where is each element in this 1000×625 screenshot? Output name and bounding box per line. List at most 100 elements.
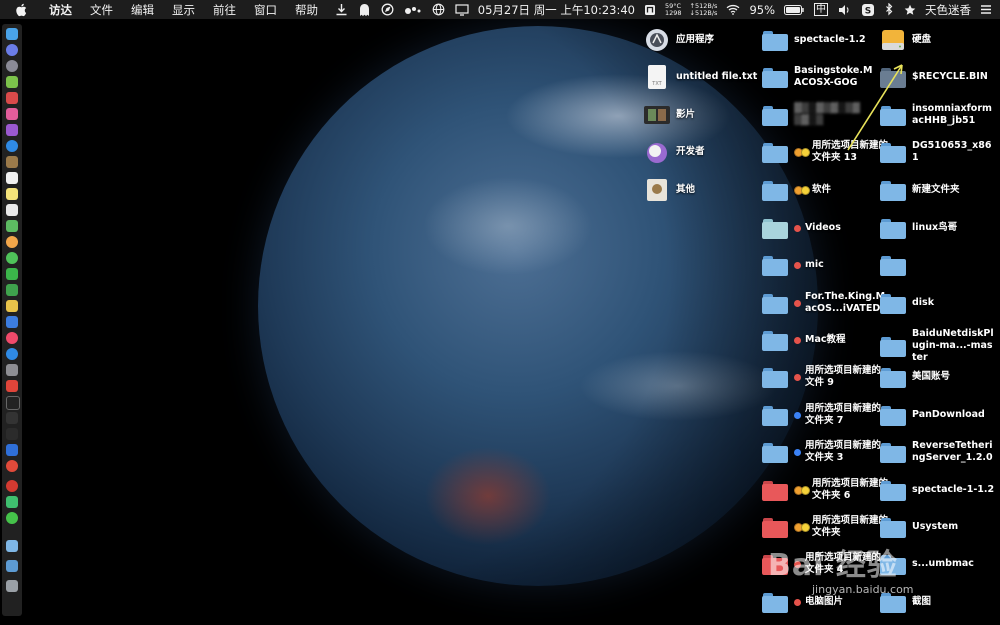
ghost-icon[interactable] [358, 0, 371, 19]
fan-value: 1298 [665, 8, 682, 17]
vivaldi-dock-icon[interactable] [6, 380, 18, 392]
folder-mac-tutorial[interactable]: Mac教程 [762, 328, 846, 352]
numbers-dock-icon[interactable] [6, 284, 18, 296]
menu-bar: 访达 文件 编辑 显示 前往 窗口 帮助 05月27日 周一 上午10:23:4… [0, 0, 1000, 19]
globe-icon[interactable] [432, 0, 445, 19]
desktop-item-label: 电脑图片 [805, 596, 844, 607]
desktop-item-other[interactable]: 其他 [644, 178, 695, 202]
menu-help[interactable]: 帮助 [286, 2, 327, 18]
messages-dock-icon[interactable] [6, 252, 18, 264]
folder-videos[interactable]: Videos [762, 216, 841, 240]
downloads-dock-icon[interactable] [6, 560, 18, 572]
user-name[interactable]: 天色迷香 [925, 2, 971, 18]
finder-dock-icon[interactable] [6, 28, 18, 40]
desktop-item-label: mic [805, 259, 824, 270]
safari-dock-icon[interactable] [6, 140, 18, 152]
folder-new-3[interactable]: 用所选项目新建的文件夹 3 [762, 440, 889, 464]
system-stats[interactable]: 59°C 1298 [665, 2, 682, 17]
volume-icon[interactable] [838, 0, 851, 19]
folder-new-9[interactable]: 用所选项目新建的文件 9 [762, 365, 889, 389]
folder-dock-icon[interactable] [6, 540, 18, 552]
download-icon[interactable] [335, 0, 348, 19]
menu-app-finder[interactable]: 访达 [40, 2, 81, 18]
maps-dock-icon[interactable] [6, 220, 18, 232]
other-icon [644, 178, 670, 202]
settings-dock-icon[interactable] [6, 364, 18, 376]
wifi-icon[interactable] [726, 0, 740, 19]
folder-new-6[interactable]: 用所选项目新建的文件夹 6 [762, 478, 896, 502]
app-store-dock-icon[interactable] [6, 348, 18, 360]
trash-dock-icon[interactable] [6, 580, 18, 592]
sogou-icon[interactable]: S [861, 0, 875, 19]
desktop-item-hard-drive[interactable]: 硬盘 [880, 28, 931, 52]
menu-file[interactable]: 文件 [81, 2, 122, 18]
folder-mic[interactable]: mic [762, 253, 824, 277]
desktop-item-label: insomniaxformacHHB_jb51 [912, 103, 992, 126]
folder-software[interactable]: 软件 [762, 178, 831, 202]
android-dock-icon[interactable] [6, 76, 18, 88]
folder-spectacle-1-2[interactable]: spectacle-1.2 [762, 28, 866, 52]
movies-icon [644, 103, 670, 127]
charts-dock-icon[interactable] [6, 300, 18, 312]
screen-mirror-icon[interactable] [455, 0, 469, 19]
menu-view[interactable]: 显示 [163, 2, 204, 18]
app-red-dock-icon[interactable] [6, 92, 18, 104]
battery-icon[interactable] [784, 0, 804, 19]
star-icon[interactable] [904, 0, 916, 19]
wechat-dock-icon[interactable] [6, 512, 18, 524]
tag-dots [794, 185, 810, 195]
launchpad-dock-icon[interactable] [6, 60, 18, 72]
app-blue-dock-icon[interactable] [6, 444, 18, 456]
folder-icon [762, 253, 788, 277]
clock[interactable]: 05月27日 周一 上午10:23:40 [478, 2, 635, 18]
folder-new-plain[interactable]: 用所选项目新建的文件夹 [762, 515, 896, 539]
app-purple-dock-icon[interactable] [6, 124, 18, 136]
terminal-dock-icon[interactable] [6, 396, 20, 410]
control-menu-icon[interactable] [980, 0, 992, 19]
app-dark-dock-icon[interactable] [6, 428, 18, 440]
battery-percentage[interactable]: 95% [749, 3, 775, 17]
folder-linux-niaoge[interactable]: linux鸟哥 [880, 216, 957, 240]
monitor-dock-icon[interactable] [6, 412, 18, 424]
desktop-item-untitled-file[interactable]: TXT untitled file.txt [644, 65, 757, 89]
desktop-item-applications[interactable]: 应用程序 [644, 28, 714, 52]
desktop-item-movies[interactable]: 影片 [644, 103, 695, 127]
folder-disk[interactable]: disk [880, 291, 934, 315]
folder-new-folder[interactable]: 新建文件夹 [880, 178, 960, 202]
apple-menu-icon[interactable] [14, 3, 28, 17]
folder-unnamed[interactable] [880, 253, 912, 277]
photos-dock-icon[interactable] [6, 236, 18, 248]
folder-spectacle-1-1-2[interactable]: spectacle-1-1.2 [880, 478, 994, 502]
folder-for-the-king[interactable]: For.The.King.MacOS...iVATED [762, 291, 889, 315]
app-brown-dock-icon[interactable] [6, 156, 18, 168]
folder-pandownload[interactable]: PanDownload [880, 403, 985, 427]
calendar-dock-icon[interactable] [6, 172, 18, 184]
desktop-item-developer[interactable]: 开发者 [644, 140, 705, 164]
doc-dock-icon[interactable] [6, 204, 18, 216]
music-dock-icon[interactable] [6, 332, 18, 344]
keynote-dock-icon[interactable] [6, 316, 18, 328]
notes-dock-icon[interactable] [6, 188, 18, 200]
compass-icon[interactable] [381, 0, 394, 19]
folder-usystem[interactable]: Usystem [880, 515, 958, 539]
folder-us-account[interactable]: 美国账号 [880, 365, 950, 389]
menu-edit[interactable]: 编辑 [122, 2, 163, 18]
facetime-dock-icon[interactable] [6, 268, 18, 280]
folder-baidunetdisk-plugin[interactable]: BaiduNetdiskPlugin-ma...-master [880, 328, 996, 364]
status-badge-icon[interactable] [644, 0, 656, 19]
yandex-dock-icon[interactable] [6, 460, 18, 472]
desktop-item-label: 美国账号 [912, 371, 951, 382]
menu-go[interactable]: 前往 [204, 2, 245, 18]
folder-reverse-tethering[interactable]: ReverseTetheringServer_1.2.0 [880, 440, 996, 464]
menu-window[interactable]: 窗口 [245, 2, 286, 18]
app-pink-dock-icon[interactable] [6, 108, 18, 120]
folder-new-7[interactable]: 用所选项目新建的文件夹 7 [762, 403, 889, 427]
app-green-dock-icon[interactable] [6, 496, 18, 508]
desktop-item-label: 硬盘 [912, 34, 932, 45]
network-stats[interactable]: ↑512B/s ↓512B/s [690, 2, 718, 17]
siri-dock-icon[interactable] [6, 44, 18, 56]
input-method-icon[interactable]: 中 [814, 0, 828, 19]
netease-music-dock-icon[interactable] [6, 480, 18, 492]
dots-icon[interactable] [404, 0, 422, 19]
bluetooth-icon[interactable] [885, 0, 894, 19]
